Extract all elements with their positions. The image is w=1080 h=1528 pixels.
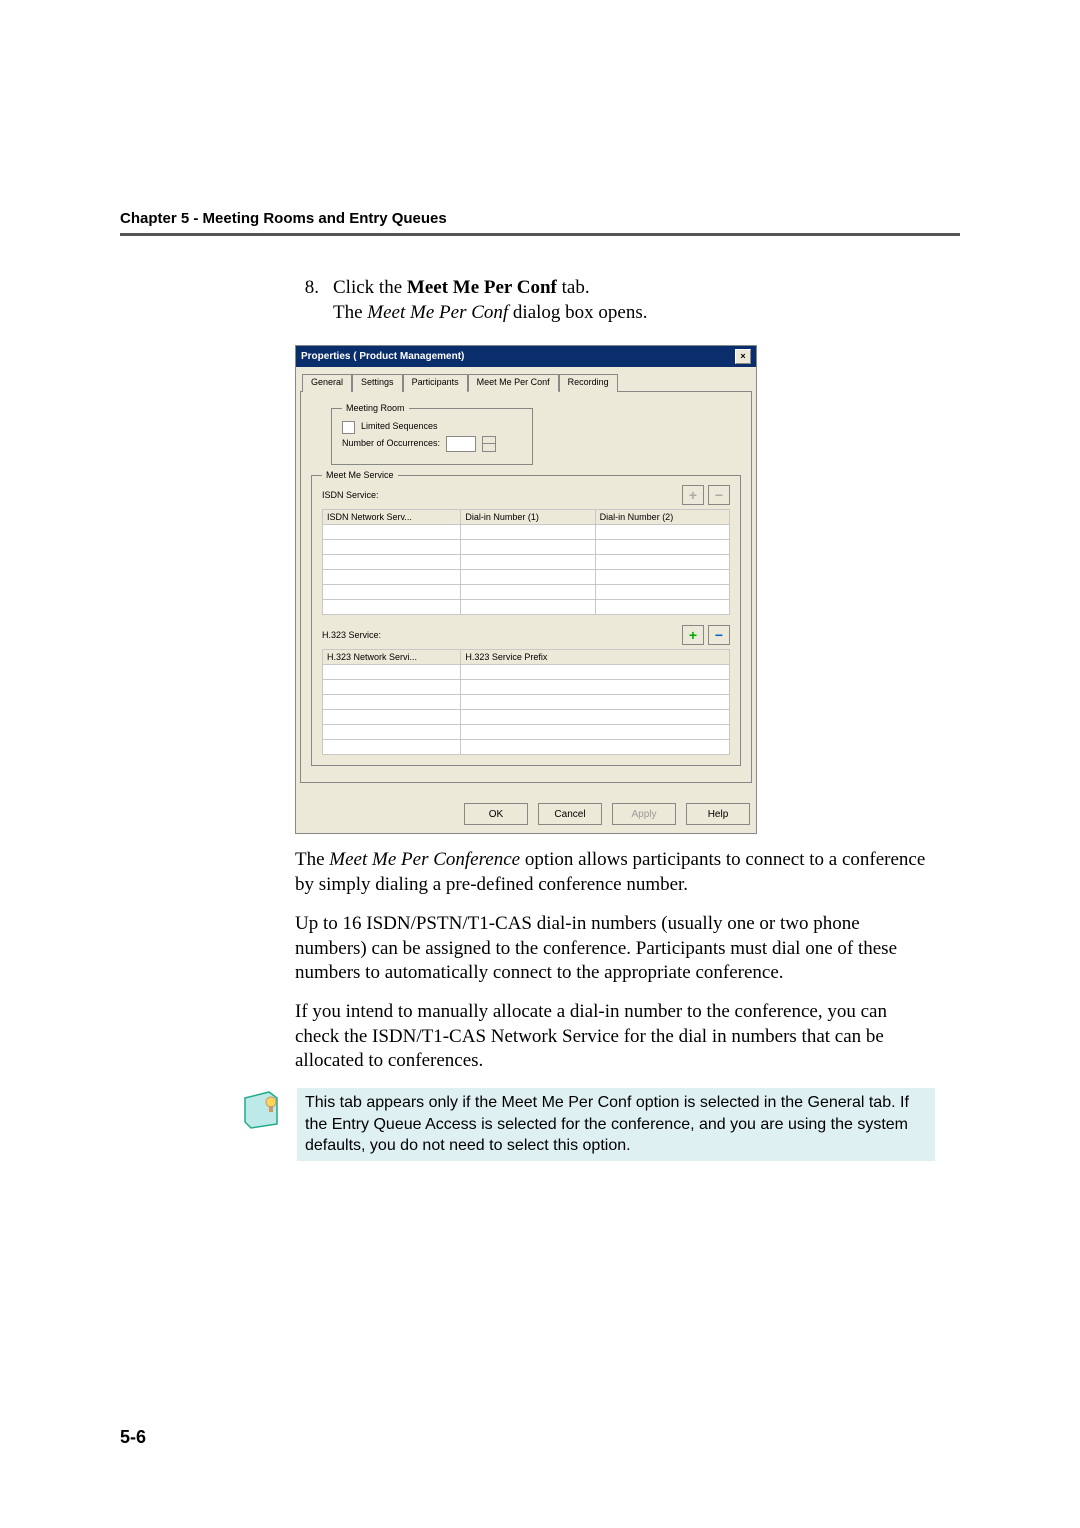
dialog-titlebar: Properties ( Product Management) ×: [296, 346, 756, 367]
ok-button[interactable]: OK: [464, 803, 528, 825]
meet-me-service-group: Meet Me Service ISDN Service: + − ISDN N…: [311, 475, 741, 767]
chapter-header: Chapter 5 - Meeting Rooms and Entry Queu…: [120, 210, 960, 227]
tab-general[interactable]: General: [302, 374, 352, 392]
col-header[interactable]: Dial-in Number (2): [595, 510, 729, 525]
page-number: 5-6: [120, 1427, 146, 1448]
limited-sequences-checkbox[interactable]: [342, 421, 355, 434]
spinner-icon[interactable]: [482, 436, 496, 452]
text-italic: Meet Me Per Conference: [329, 849, 520, 870]
dialog-button-row: OK Cancel Apply Help: [296, 789, 756, 833]
group-title: Meet Me Service: [322, 470, 398, 482]
text: dialog box opens.: [508, 302, 647, 323]
h323-remove-button[interactable]: −: [708, 625, 730, 645]
tab-row: General Settings Participants Meet Me Pe…: [296, 367, 756, 391]
tab-recording[interactable]: Recording: [559, 374, 618, 392]
step-8: 8. Click the Meet Me Per Conf tab. The M…: [295, 276, 935, 325]
text: Click the: [333, 277, 407, 298]
limited-sequences-label: Limited Sequences: [361, 421, 438, 433]
isdn-table[interactable]: ISDN Network Serv... Dial-in Number (1) …: [322, 509, 730, 615]
dialog-title: Properties ( Product Management): [301, 350, 464, 363]
tab-settings[interactable]: Settings: [352, 374, 403, 392]
properties-dialog: Properties ( Product Management) × Gener…: [295, 345, 757, 834]
col-header[interactable]: H.323 Network Servi...: [323, 650, 461, 665]
note-icon: [241, 1088, 283, 1130]
paragraph: If you intend to manually allocate a dia…: [295, 1000, 935, 1074]
isdn-remove-button: −: [708, 485, 730, 505]
group-title: Meeting Room: [342, 403, 409, 415]
text-bold: Meet Me Per Conf: [407, 277, 557, 298]
tab-participants[interactable]: Participants: [403, 374, 468, 392]
isdn-service-label: ISDN Service:: [322, 490, 379, 502]
note: This tab appears only if the Meet Me Per…: [241, 1088, 935, 1161]
help-button[interactable]: Help: [686, 803, 750, 825]
occurrences-label: Number of Occurrences:: [342, 438, 440, 450]
text: The: [333, 302, 367, 323]
cancel-button[interactable]: Cancel: [538, 803, 602, 825]
text-italic: Meet Me Per Conf: [367, 302, 508, 323]
h323-add-button[interactable]: +: [682, 625, 704, 645]
close-icon[interactable]: ×: [735, 349, 751, 364]
col-header[interactable]: ISDN Network Serv...: [323, 510, 461, 525]
meeting-room-group: Meeting Room Limited Sequences Number of…: [331, 408, 533, 465]
header-rule: [120, 233, 960, 236]
step-number: 8.: [295, 276, 319, 325]
tab-body: Meeting Room Limited Sequences Number of…: [300, 391, 752, 783]
col-header[interactable]: Dial-in Number (1): [461, 510, 595, 525]
paragraph: Up to 16 ISDN/PSTN/T1-CAS dial-in number…: [295, 912, 935, 986]
step-text: Click the Meet Me Per Conf tab. The Meet…: [333, 276, 935, 325]
tab-meet-me-per-conf[interactable]: Meet Me Per Conf: [468, 374, 559, 392]
text: The: [295, 849, 329, 870]
note-text: This tab appears only if the Meet Me Per…: [297, 1088, 935, 1161]
occurrences-input[interactable]: [446, 436, 476, 452]
paragraph: The Meet Me Per Conference option allows…: [295, 848, 935, 897]
text: tab.: [557, 277, 590, 298]
col-header[interactable]: H.323 Service Prefix: [461, 650, 730, 665]
isdn-add-button: +: [682, 485, 704, 505]
h323-service-label: H.323 Service:: [322, 630, 381, 642]
h323-table[interactable]: H.323 Network Servi... H.323 Service Pre…: [322, 649, 730, 755]
apply-button: Apply: [612, 803, 676, 825]
